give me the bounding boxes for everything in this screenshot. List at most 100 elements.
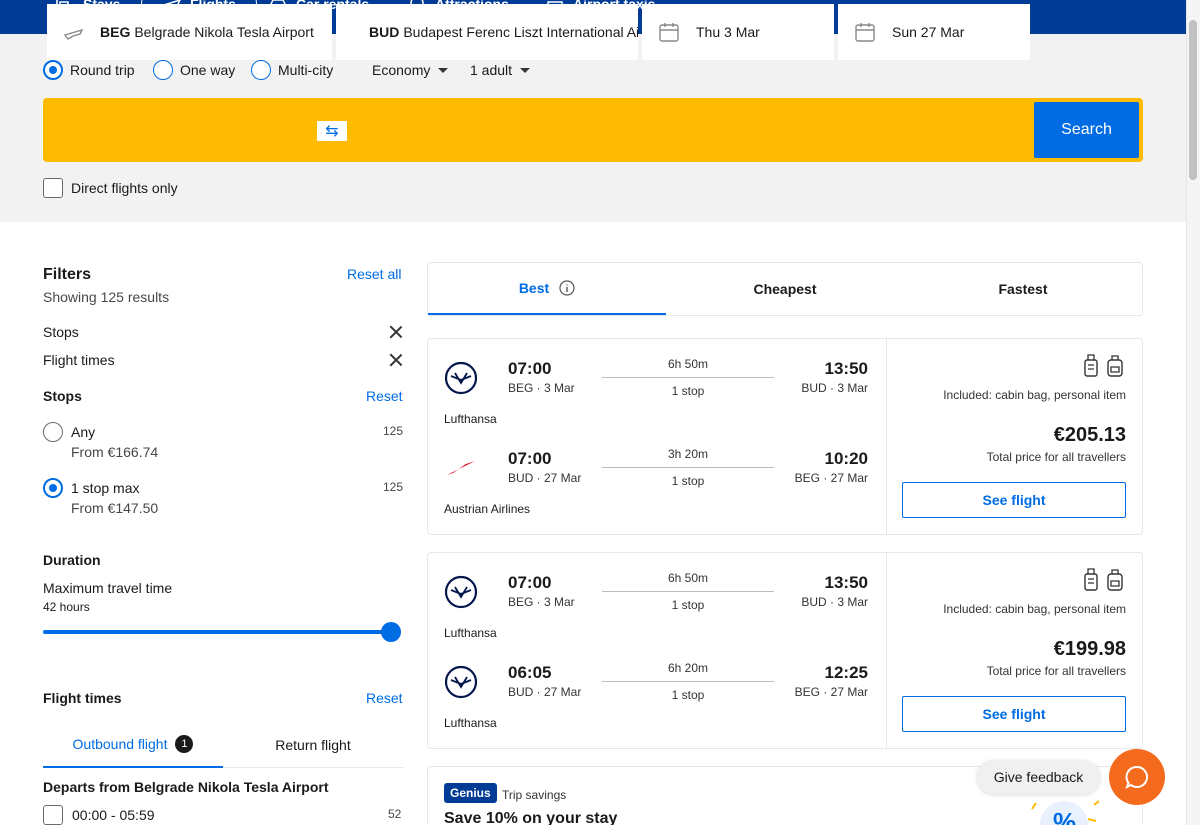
radio-selected-icon[interactable]	[43, 478, 63, 498]
give-feedback-button[interactable]: Give feedback	[977, 760, 1100, 794]
passengers-dropdown[interactable]: 1 adult	[470, 62, 531, 78]
depart-date-field[interactable]: Thu 3 Mar	[642, 4, 834, 60]
stops-option-label: 1 stop max	[71, 480, 140, 496]
calendar-icon	[659, 23, 679, 42]
direct-flights-checkbox[interactable]: Direct flights only	[43, 178, 178, 198]
depart-date-value: Thu 3 Mar	[696, 24, 760, 40]
tab-fastest[interactable]: Fastest	[904, 263, 1142, 315]
depart-sub: BEG · 3 Mar	[508, 595, 575, 609]
radio-icon[interactable]	[251, 60, 271, 80]
reset-all-link[interactable]: Reset all	[347, 266, 401, 282]
flight-times-reset-link[interactable]: Reset	[366, 690, 403, 706]
flight-result-card[interactable]: 07:00 BEG · 3 Mar 6h 50m 1 stop 13:50 BU…	[427, 338, 1143, 535]
lufthansa-logo-icon	[444, 665, 478, 699]
time-slot-checkbox[interactable]: 00:00 - 05:59	[43, 805, 155, 825]
leg-line	[602, 377, 774, 378]
stops-option-count: 125	[383, 480, 404, 494]
arrive-time: 13:50	[824, 573, 868, 592]
trip-type-label: Round trip	[70, 62, 135, 78]
arrive-time: 10:20	[824, 449, 868, 468]
return-date-field[interactable]: Sun 27 Mar	[838, 4, 1030, 60]
radio-selected-icon[interactable]	[43, 60, 63, 80]
info-icon[interactable]	[559, 280, 575, 296]
leg-duration: 6h 50m	[667, 357, 709, 371]
see-flight-button[interactable]: See flight	[902, 696, 1126, 732]
austrian-logo-icon	[447, 461, 475, 475]
arrive-sub: BUD · 3 Mar	[801, 381, 868, 395]
radio-icon[interactable]	[43, 422, 63, 442]
total-price: €205.13	[1053, 424, 1126, 446]
leg-stops: 1 stop	[671, 384, 705, 398]
tab-label: Return flight	[275, 736, 351, 753]
close-icon[interactable]	[390, 326, 402, 338]
leg-stops: 1 stop	[671, 474, 705, 488]
cabin-bag-icon	[1107, 355, 1123, 377]
cabin-class-dropdown[interactable]: Economy	[372, 62, 449, 78]
direct-flights-label: Direct flights only	[71, 180, 178, 196]
calendar-icon	[855, 23, 875, 42]
genius-headline: Save 10% on your stay	[444, 810, 618, 825]
leg-line	[602, 681, 774, 682]
card-divider	[886, 553, 887, 748]
tab-best[interactable]: Best	[428, 263, 666, 315]
airline-name: Lufthansa	[444, 626, 497, 640]
duration-slider-handle[interactable]	[381, 622, 401, 642]
tab-label: Outbound flight	[72, 736, 168, 752]
stops-option-1-stop-max[interactable]: 1 stop max	[43, 478, 139, 498]
filter-count-badge: 1	[175, 735, 194, 753]
depart-sub: BUD · 27 Mar	[508, 685, 582, 699]
chat-button[interactable]	[1109, 749, 1165, 805]
tab-cheapest[interactable]: Cheapest	[666, 263, 904, 315]
tab-label: Cheapest	[753, 281, 817, 297]
plane-departure-icon	[63, 28, 84, 40]
from-code: BEG	[100, 24, 131, 40]
duration-heading: Duration	[43, 552, 101, 568]
flight-result-card[interactable]: 07:00 BEG · 3 Mar 6h 50m 1 stop 13:50 BU…	[427, 552, 1143, 749]
lufthansa-logo-icon	[444, 575, 478, 609]
trip-type-multi-city[interactable]: Multi-city	[251, 60, 333, 80]
radio-icon[interactable]	[153, 60, 173, 80]
stops-option-price: From €147.50	[71, 500, 159, 516]
stops-option-any[interactable]: Any	[43, 422, 95, 442]
personal-item-icon	[1084, 568, 1098, 591]
tab-return-flight[interactable]: Return flight	[223, 722, 403, 768]
caret-down-icon	[520, 67, 531, 73]
discount-percent-icon: %	[1031, 800, 1100, 825]
time-slot-count: 52	[388, 807, 402, 821]
trip-type-one-way[interactable]: One way	[153, 60, 235, 80]
to-field[interactable]: BUD Budapest Ferenc Liszt International …	[336, 4, 638, 60]
genius-label: Trip savings	[502, 788, 567, 802]
departs-from-heading: Departs from Belgrade Nikola Tesla Airpo…	[43, 779, 329, 795]
from-field[interactable]: BEG Belgrade Nikola Tesla Airport	[47, 4, 332, 60]
close-icon[interactable]	[390, 354, 402, 366]
duration-slider-track[interactable]	[43, 630, 393, 634]
cabin-class-value: Economy	[372, 62, 431, 78]
tab-label: Fastest	[998, 281, 1048, 297]
airline-name: Lufthansa	[444, 412, 497, 426]
swap-airports-icon[interactable]: ⇆	[317, 121, 347, 141]
lufthansa-logo-icon	[444, 361, 478, 395]
leg-duration: 3h 20m	[667, 447, 709, 461]
arrive-time: 12:25	[824, 663, 868, 682]
included-baggage: Included: cabin bag, personal item	[943, 602, 1126, 616]
checkbox-icon[interactable]	[43, 178, 63, 198]
arrive-sub: BUD · 3 Mar	[801, 595, 868, 609]
baggage-icons	[1082, 567, 1124, 591]
price-note: Total price for all travellers	[986, 664, 1126, 678]
scrollbar-thumb[interactable]	[1189, 20, 1197, 180]
return-date-value: Sun 27 Mar	[892, 24, 965, 40]
search-button[interactable]: Search	[1034, 102, 1139, 158]
tab-outbound-flight[interactable]: Outbound flight 1	[43, 722, 223, 768]
depart-time: 07:00	[508, 449, 552, 468]
personal-item-icon	[1084, 354, 1098, 377]
leg-duration: 6h 20m	[667, 661, 709, 675]
time-slot-label: 00:00 - 05:59	[72, 807, 155, 823]
trip-type-round-trip[interactable]: Round trip	[43, 60, 135, 80]
stops-option-count: 125	[383, 424, 404, 438]
depart-time: 07:00	[508, 573, 552, 592]
checkbox-icon[interactable]	[43, 805, 63, 825]
leg-stops: 1 stop	[671, 688, 705, 702]
max-travel-time-label: Maximum travel time	[43, 580, 173, 596]
see-flight-button[interactable]: See flight	[902, 482, 1126, 518]
stops-reset-link[interactable]: Reset	[366, 388, 403, 404]
